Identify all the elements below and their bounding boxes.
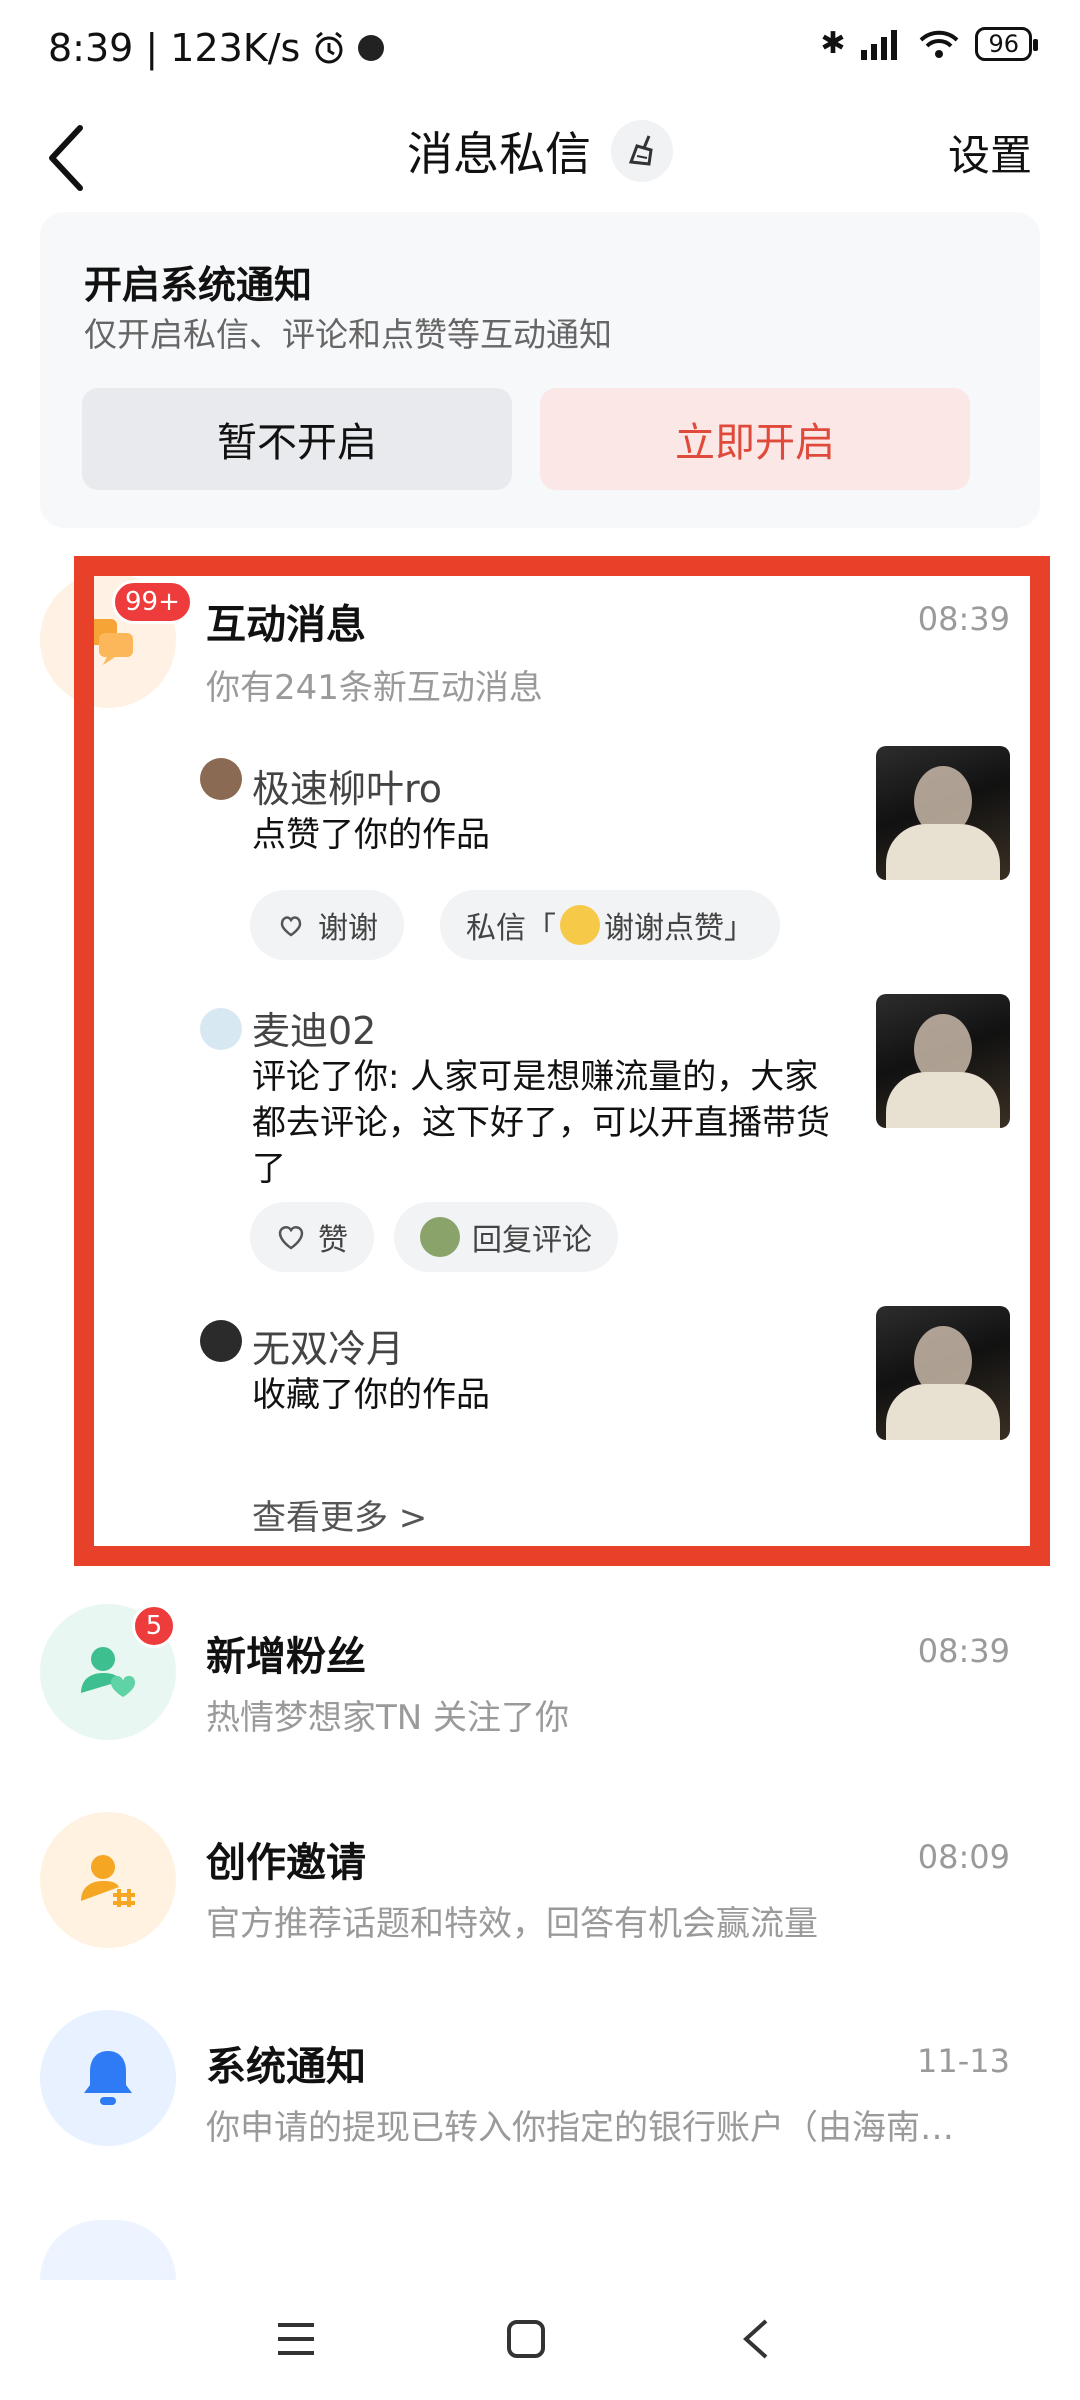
back-nav-icon[interactable]: [716, 2304, 796, 2374]
notif-subtitle: 仅开启私信、评论和点赞等互动通知: [84, 315, 612, 354]
creation-invite-title: 创作邀请: [206, 1840, 366, 1886]
notif-title: 开启系统通知: [84, 263, 313, 307]
system-notice-time: 11-13: [917, 2042, 1010, 2080]
system-notice-title: 系统通知: [206, 2044, 366, 2090]
alarm-icon: [315, 31, 343, 64]
clean-broom-icon[interactable]: [611, 120, 673, 182]
bluetooth-icon: ✱: [820, 26, 846, 61]
status-right: ✱ 96: [820, 26, 1038, 61]
wifi-icon: [920, 30, 959, 58]
system-notice-avatar: [40, 2010, 176, 2146]
page-title: 消息私信: [407, 127, 591, 181]
new-followers-subtitle: 热情梦想家TN 关注了你: [206, 1698, 570, 1738]
status-bar: 8:39 | 123K/s ✱ 96: [0, 0, 1080, 100]
system-notification-card: 开启系统通知 仅开启私信、评论和点赞等互动通知 暂不开启 立即开启: [40, 212, 1040, 528]
signal-icon: [861, 29, 898, 60]
new-followers-time: 08:39: [917, 1632, 1010, 1670]
creation-invite-subtitle: 官方推荐话题和特效，回答有机会赢流量: [206, 1904, 818, 1944]
battery-icon: 96: [975, 26, 1038, 61]
title-wrap: 消息私信: [0, 118, 1080, 184]
creation-invite-avatar: [40, 1812, 176, 1948]
navigation-bar: [0, 2280, 1080, 2400]
new-followers-badge: 5: [132, 1604, 176, 1648]
creation-invite-time: 08:09: [917, 1838, 1010, 1876]
settings-button[interactable]: 设置: [948, 122, 1032, 183]
person-hash-icon: [81, 1855, 135, 1907]
app-dot-icon: [358, 35, 385, 61]
menu-nav-icon[interactable]: [256, 2304, 336, 2374]
new-followers-title: 新增粉丝: [206, 1634, 366, 1680]
system-notice-subtitle: 你申请的提现已转入你指定的银行账户（由海南…: [206, 2108, 954, 2148]
partial-next-avatar: [40, 2220, 176, 2280]
home-nav-icon[interactable]: [486, 2304, 566, 2374]
bell-icon: [84, 2051, 132, 2105]
highlight-annotation-box: [74, 556, 1050, 1566]
person-heart-icon: [81, 1647, 136, 1697]
not-now-button[interactable]: 暂不开启: [82, 388, 512, 490]
status-time-speed: 8:39 | 123K/s: [48, 26, 301, 70]
status-left: 8:39 | 123K/s: [48, 26, 385, 70]
enable-now-button[interactable]: 立即开启: [540, 388, 970, 490]
header: 消息私信 设置: [0, 100, 1080, 220]
